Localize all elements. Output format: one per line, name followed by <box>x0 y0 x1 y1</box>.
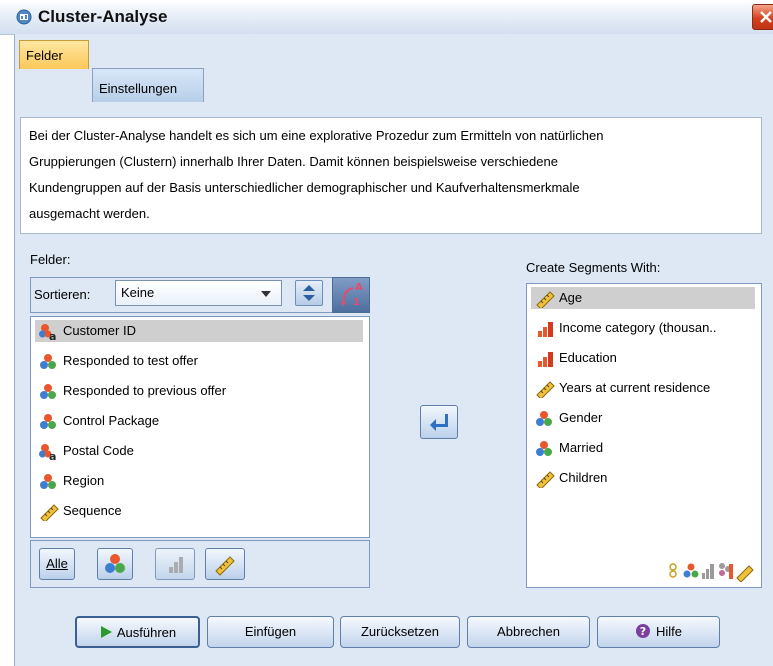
filter-scale-button[interactable] <box>205 548 245 580</box>
ordinal-icon <box>169 557 183 573</box>
svg-text:?: ? <box>640 625 646 638</box>
list-item-label: Age <box>559 290 583 305</box>
help-icon: ? <box>635 624 650 638</box>
app-icon <box>16 9 32 25</box>
list-item[interactable]: Age <box>531 287 755 309</box>
svg-text:a: a <box>49 330 56 341</box>
filter-toolbar <box>30 540 370 588</box>
fields-listbox[interactable]: a Customer ID Responded to test offer Re… <box>30 316 370 538</box>
move-to-segments-button[interactable] <box>420 405 458 439</box>
sort-dropdown-value: Keine <box>121 285 155 300</box>
measurement-legend-icon <box>669 563 754 582</box>
description-line: Gruppierungen (Clustern) innerhalb Ihrer… <box>29 154 558 169</box>
segments-label-text: Create Segments With: <box>526 260 661 275</box>
scale-icon <box>215 556 235 576</box>
ordinal-icon <box>538 352 553 367</box>
nominal-icon <box>536 411 552 426</box>
scale-icon <box>536 471 555 488</box>
list-item-label: Income category (thousan.. <box>559 320 717 335</box>
list-item-label: Control Package <box>63 413 160 428</box>
reset-button-label: Zurücksetzen <box>360 624 440 639</box>
list-item-label: Customer ID <box>63 323 136 338</box>
list-item-label: Sequence <box>63 503 122 518</box>
cluster-analysis-dialog: Cluster-Analyse Felder Einstellungen Bei… <box>0 0 773 666</box>
tab-einstellungen[interactable]: Einstellungen <box>92 68 204 102</box>
paste-button-label: Einfügen <box>244 624 297 639</box>
close-button[interactable] <box>752 4 773 30</box>
description-line: Kundengruppen auf der Basis unterschiedl… <box>29 180 580 195</box>
list-item-label: Years at current residence <box>559 380 711 395</box>
help-button-label: Hilfe <box>655 624 682 639</box>
list-item[interactable]: a Customer ID <box>35 320 363 342</box>
list-item-label: Responded to test offer <box>63 353 198 368</box>
sort-order-button[interactable] <box>295 280 323 306</box>
filter-ordinal-button[interactable] <box>155 548 195 580</box>
list-item-label: Postal Code <box>63 443 134 458</box>
nominal-icon <box>536 441 552 456</box>
nominal-icon <box>40 384 56 399</box>
tab-felder-label: Felder <box>26 48 63 63</box>
tab-felder[interactable]: Felder <box>19 40 89 69</box>
fields-label: Felder: <box>30 252 71 267</box>
scale-icon <box>536 381 555 398</box>
paste-button[interactable]: Einfügen <box>207 616 334 648</box>
description-line: Bei der Cluster-Analyse handelt es sich … <box>29 128 604 143</box>
tab-einstellungen-label: Einstellungen <box>99 81 178 96</box>
help-button[interactable]: ? Hilfe <box>597 616 720 648</box>
description-box: Bei der Cluster-Analyse handelt es sich … <box>20 117 762 234</box>
svg-text:1: 1 <box>353 297 360 308</box>
sort-dropdown[interactable]: Keine <box>115 280 282 306</box>
close-icon <box>760 11 772 23</box>
svg-text:A: A <box>355 282 363 293</box>
scale-icon <box>536 291 555 308</box>
play-icon <box>100 626 112 638</box>
cancel-button-label: Abbrechen <box>497 624 560 639</box>
list-item-label: Region <box>63 473 105 488</box>
sort-label: Sortieren: <box>34 287 91 302</box>
filter-all-button[interactable]: Alle <box>39 548 75 580</box>
run-button-label: Ausführen <box>116 625 177 640</box>
chevron-down-icon <box>261 291 271 297</box>
nominal-icon <box>40 414 56 429</box>
list-item-label: Married <box>559 440 604 455</box>
ordinal-icon <box>538 322 553 337</box>
arrow-left-icon <box>430 414 448 431</box>
filter-nominal-button[interactable] <box>97 548 133 580</box>
list-item-label: Responded to previous offer <box>63 383 227 398</box>
run-button[interactable]: Ausführen <box>75 616 200 648</box>
nominal-icon <box>40 474 56 489</box>
nominal-icon <box>40 354 56 369</box>
cancel-button[interactable]: Abbrechen <box>467 616 590 648</box>
nominal-string-icon: a <box>39 324 56 341</box>
svg-text:a: a <box>49 450 56 461</box>
list-item-label: Education <box>559 350 617 365</box>
sort-measure-icon: A 1 <box>341 282 363 308</box>
nominal-icon <box>105 554 125 573</box>
nominal-string-icon: a <box>39 444 56 461</box>
segments-listbox[interactable]: Age Income category (thousan.. Education… <box>526 283 762 588</box>
filter-all-label: Alle <box>46 556 68 571</box>
description-line: ausgemacht werden. <box>29 206 150 221</box>
sort-by-measure-button[interactable]: A 1 <box>332 277 370 313</box>
segments-label: Create Segments With: <box>526 260 660 275</box>
window-title: Cluster-Analyse <box>38 7 168 26</box>
scale-icon <box>40 504 59 521</box>
sort-up-down-icon <box>303 285 315 301</box>
reset-button[interactable]: Zurücksetzen <box>340 616 460 648</box>
list-item-label: Gender <box>559 410 603 425</box>
title-bar: Cluster-Analyse <box>0 0 773 35</box>
list-item-label: Children <box>559 470 608 485</box>
